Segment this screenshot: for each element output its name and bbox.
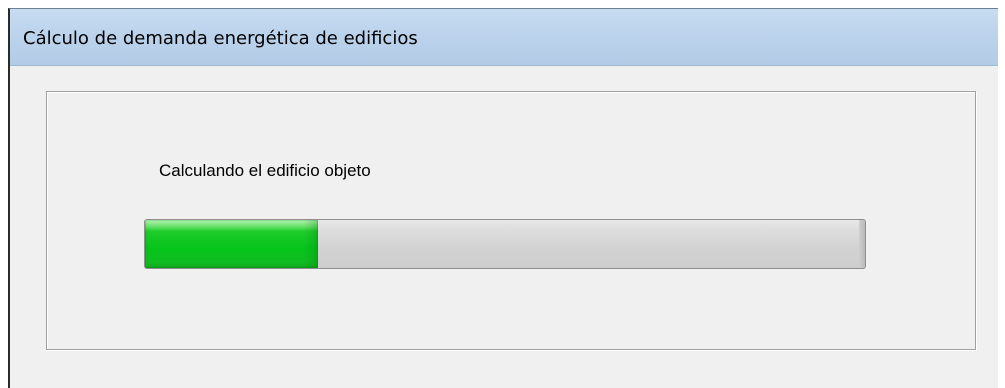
progress-panel: Calculando el edificio objeto [46, 91, 976, 350]
status-label: Calculando el edificio objeto [159, 161, 371, 180]
window-title: Cálculo de demanda energética de edifici… [23, 28, 418, 49]
progress-bar-fill [145, 220, 318, 268]
title-bar[interactable]: Cálculo de demanda energética de edifici… [10, 9, 998, 66]
progress-bar [144, 219, 866, 269]
progress-dialog: Cálculo de demanda energética de edifici… [8, 8, 998, 388]
